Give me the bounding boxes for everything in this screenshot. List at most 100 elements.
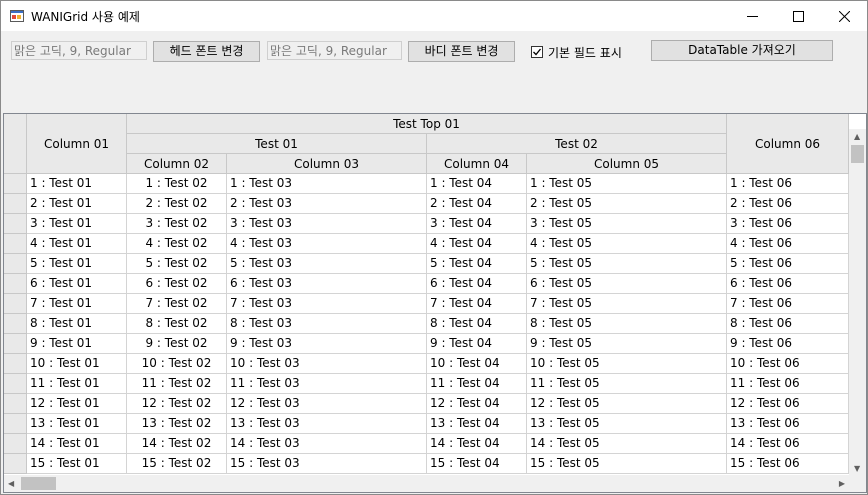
datatable-load-button[interactable]: DataTable 가져오기	[651, 40, 833, 61]
row-header[interactable]	[4, 214, 27, 234]
header-column-03[interactable]: Column 03	[227, 154, 427, 174]
grid-cell[interactable]: 11 : Test 01	[27, 374, 127, 394]
grid-cell[interactable]: 2 : Test 03	[227, 194, 427, 214]
grid-cell[interactable]: 8 : Test 06	[727, 314, 849, 334]
grid-cell[interactable]: 2 : Test 05	[527, 194, 727, 214]
header-column-02[interactable]: Column 02	[127, 154, 227, 174]
grid-cell[interactable]: 8 : Test 02	[127, 314, 227, 334]
grid-cell[interactable]: 12 : Test 06	[727, 394, 849, 414]
grid-cell[interactable]: 6 : Test 01	[27, 274, 127, 294]
horizontal-scroll-thumb[interactable]	[21, 477, 56, 490]
row-header[interactable]	[4, 414, 27, 434]
grid-cell[interactable]: 12 : Test 01	[27, 394, 127, 414]
grid-cell[interactable]: 9 : Test 02	[127, 334, 227, 354]
grid-cell[interactable]: 13 : Test 06	[727, 414, 849, 434]
grid-cell[interactable]: 8 : Test 03	[227, 314, 427, 334]
grid-cell[interactable]: 10 : Test 01	[27, 354, 127, 374]
row-header[interactable]	[4, 274, 27, 294]
grid-cell[interactable]: 15 : Test 02	[127, 454, 227, 474]
grid-cell[interactable]: 11 : Test 03	[227, 374, 427, 394]
row-header[interactable]	[4, 314, 27, 334]
grid-cell[interactable]: 7 : Test 06	[727, 294, 849, 314]
grid-cell[interactable]: 15 : Test 04	[427, 454, 527, 474]
grid-cell[interactable]: 3 : Test 05	[527, 214, 727, 234]
grid-cell[interactable]: 1 : Test 05	[527, 174, 727, 194]
grid-cell[interactable]: 15 : Test 05	[527, 454, 727, 474]
grid-cell[interactable]: 3 : Test 06	[727, 214, 849, 234]
grid-cell[interactable]: 15 : Test 06	[727, 454, 849, 474]
grid-cell[interactable]: 7 : Test 03	[227, 294, 427, 314]
grid-cell[interactable]: 1 : Test 03	[227, 174, 427, 194]
row-header[interactable]	[4, 254, 27, 274]
grid-cell[interactable]: 5 : Test 02	[127, 254, 227, 274]
grid-cell[interactable]: 8 : Test 01	[27, 314, 127, 334]
grid-cell[interactable]: 9 : Test 06	[727, 334, 849, 354]
grid-cell[interactable]: 12 : Test 05	[527, 394, 727, 414]
grid-cell[interactable]: 5 : Test 03	[227, 254, 427, 274]
grid-cell[interactable]: 4 : Test 02	[127, 234, 227, 254]
grid-cell[interactable]: 8 : Test 05	[527, 314, 727, 334]
vertical-scrollbar[interactable]: ▲ ▼	[849, 129, 866, 476]
grid-cell[interactable]: 13 : Test 05	[527, 414, 727, 434]
row-header[interactable]	[4, 434, 27, 454]
arrow-right-icon[interactable]: ▶	[839, 479, 845, 488]
row-header[interactable]	[4, 374, 27, 394]
header-column-01[interactable]: Column 01	[27, 114, 127, 174]
grid-cell[interactable]: 2 : Test 02	[127, 194, 227, 214]
maximize-button[interactable]	[775, 1, 821, 31]
grid-cell[interactable]: 9 : Test 04	[427, 334, 527, 354]
body-font-change-button[interactable]: 바디 폰트 변경	[408, 41, 515, 62]
grid-cell[interactable]: 4 : Test 06	[727, 234, 849, 254]
header-group-test-01[interactable]: Test 01	[127, 134, 427, 154]
grid-cell[interactable]: 10 : Test 03	[227, 354, 427, 374]
grid-cell[interactable]: 13 : Test 01	[27, 414, 127, 434]
grid-cell[interactable]: 14 : Test 04	[427, 434, 527, 454]
grid-cell[interactable]: 1 : Test 01	[27, 174, 127, 194]
grid-cell[interactable]: 3 : Test 03	[227, 214, 427, 234]
header-column-05[interactable]: Column 05	[527, 154, 727, 174]
grid-cell[interactable]: 1 : Test 06	[727, 174, 849, 194]
row-header[interactable]	[4, 394, 27, 414]
grid-cell[interactable]: 6 : Test 04	[427, 274, 527, 294]
grid-cell[interactable]: 2 : Test 06	[727, 194, 849, 214]
grid-cell[interactable]: 14 : Test 06	[727, 434, 849, 454]
grid-cell[interactable]: 3 : Test 01	[27, 214, 127, 234]
grid-cell[interactable]: 12 : Test 02	[127, 394, 227, 414]
grid-cell[interactable]: 5 : Test 05	[527, 254, 727, 274]
row-header[interactable]	[4, 194, 27, 214]
grid-cell[interactable]: 11 : Test 06	[727, 374, 849, 394]
grid-cell[interactable]: 6 : Test 02	[127, 274, 227, 294]
grid-cell[interactable]: 11 : Test 05	[527, 374, 727, 394]
grid-cell[interactable]: 1 : Test 04	[427, 174, 527, 194]
grid-cell[interactable]: 5 : Test 06	[727, 254, 849, 274]
grid-cell[interactable]: 13 : Test 02	[127, 414, 227, 434]
grid-cell[interactable]: 4 : Test 01	[27, 234, 127, 254]
grid-cell[interactable]: 11 : Test 02	[127, 374, 227, 394]
grid-cell[interactable]: 9 : Test 01	[27, 334, 127, 354]
grid-cell[interactable]: 15 : Test 03	[227, 454, 427, 474]
grid-cell[interactable]: 11 : Test 04	[427, 374, 527, 394]
row-header[interactable]	[4, 454, 27, 474]
horizontal-scrollbar[interactable]: ◀ ▶	[4, 475, 849, 492]
grid-cell[interactable]: 15 : Test 01	[27, 454, 127, 474]
grid-cell[interactable]: 6 : Test 05	[527, 274, 727, 294]
grid-cell[interactable]: 6 : Test 06	[727, 274, 849, 294]
grid-cell[interactable]: 4 : Test 04	[427, 234, 527, 254]
checkbox-box[interactable]	[531, 46, 543, 58]
grid-cell[interactable]: 13 : Test 04	[427, 414, 527, 434]
grid-cell[interactable]: 14 : Test 03	[227, 434, 427, 454]
row-header[interactable]	[4, 334, 27, 354]
header-group-test-02[interactable]: Test 02	[427, 134, 727, 154]
grid-cell[interactable]: 6 : Test 03	[227, 274, 427, 294]
grid-cell[interactable]: 13 : Test 03	[227, 414, 427, 434]
grid-cell[interactable]: 3 : Test 04	[427, 214, 527, 234]
grid-cell[interactable]: 8 : Test 04	[427, 314, 527, 334]
grid-cell[interactable]: 12 : Test 04	[427, 394, 527, 414]
grid-cell[interactable]: 14 : Test 01	[27, 434, 127, 454]
grid-cell[interactable]: 10 : Test 06	[727, 354, 849, 374]
grid-cell[interactable]: 5 : Test 01	[27, 254, 127, 274]
arrow-up-icon[interactable]: ▲	[854, 132, 860, 141]
close-button[interactable]	[821, 1, 867, 31]
grid-cell[interactable]: 12 : Test 03	[227, 394, 427, 414]
grid-cell[interactable]: 2 : Test 01	[27, 194, 127, 214]
